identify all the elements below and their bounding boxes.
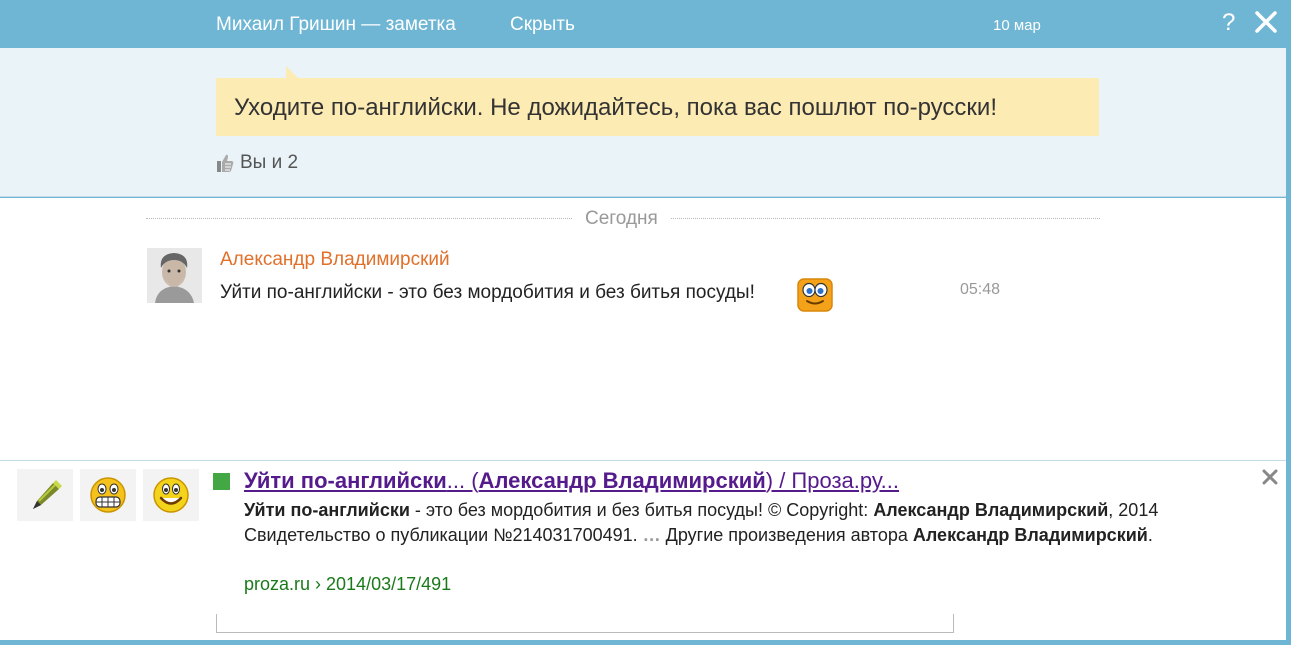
- close-icon: [1255, 11, 1277, 33]
- message-time: 05:48: [960, 281, 1001, 298]
- note-text: Уходите по-английски. Не дожидайтесь, по…: [234, 94, 997, 121]
- avatar-image: [147, 248, 202, 303]
- snippet-bold-1: Уйти по-английски: [244, 500, 410, 520]
- suggestion-title-bold-3: Александр Владимирский: [478, 468, 766, 493]
- snippet-bold-2: Александр Владимирский: [873, 500, 1109, 520]
- note-area: Уходите по-английски. Не дожидайтесь, по…: [0, 48, 1286, 197]
- hide-button[interactable]: Скрыть: [510, 14, 575, 36]
- smile-smiley-icon: [153, 477, 189, 513]
- suggestion-title-bold-1: Уйти по-английски: [244, 468, 447, 493]
- suggestion-title-text-4: ) / Проза.ру...: [765, 468, 900, 493]
- suggestion-url[interactable]: proza.ru › 2014/03/17/491: [244, 574, 451, 595]
- search-suggestion[interactable]: Уйти по-английски... (Александр Владимир…: [204, 462, 1184, 614]
- result-marker: [213, 473, 230, 490]
- grin-smiley-button[interactable]: [80, 469, 136, 521]
- likes[interactable]: Вы и 2: [216, 152, 298, 174]
- close-button[interactable]: [1253, 8, 1279, 36]
- snippet-bold-3: Александр Владимирский: [912, 525, 1148, 545]
- square-smiley-icon: [797, 278, 833, 312]
- message-text: Уйти по-английски - это без мордобития и…: [220, 282, 755, 303]
- suggestion-title-link[interactable]: Уйти по-английски... (Александр Владимир…: [244, 468, 899, 494]
- marker-button[interactable]: [17, 469, 73, 521]
- note-date: 10 мар: [993, 17, 1041, 34]
- like-icon: [217, 154, 234, 172]
- smile-smiley-button[interactable]: [143, 469, 199, 521]
- bottom-border: [0, 640, 1291, 645]
- messages-area: Сегодня Александр Владимирский Уйти по-а…: [0, 198, 1286, 460]
- help-button[interactable]: ?: [1222, 9, 1235, 37]
- snippet-text-1: - это без мордобития и без битья посуды!…: [409, 500, 874, 520]
- snippet-text-4: .: [1147, 525, 1153, 545]
- date-divider-label: Сегодня: [573, 208, 670, 230]
- suggestion-title-text-2: ... (: [446, 468, 479, 493]
- marker-icon: [33, 480, 62, 509]
- right-border: [1286, 48, 1291, 645]
- suggest-close-icon: [1262, 469, 1278, 485]
- message-author[interactable]: Александр Владимирский: [220, 249, 450, 271]
- header: Михаил Гришин — заметка Скрыть 10 мар ?: [0, 0, 1291, 48]
- note-title[interactable]: Михаил Гришин — заметка: [216, 14, 456, 36]
- chat-window: Михаил Гришин — заметка Скрыть 10 мар ? …: [0, 0, 1291, 645]
- snippet-text-3: Другие произведения автора: [660, 525, 913, 545]
- grin-smiley-icon: [90, 477, 126, 513]
- avatar[interactable]: [147, 248, 202, 303]
- snippet-ellipsis: …: [642, 525, 661, 545]
- suggest-close-button[interactable]: [1260, 467, 1280, 487]
- suggestion-snippet: Уйти по-английски - это без мордобития и…: [244, 498, 1174, 548]
- note-bubble: Уходите по-английски. Не дожидайтесь, по…: [216, 66, 1099, 136]
- likes-text: Вы и 2: [240, 152, 299, 173]
